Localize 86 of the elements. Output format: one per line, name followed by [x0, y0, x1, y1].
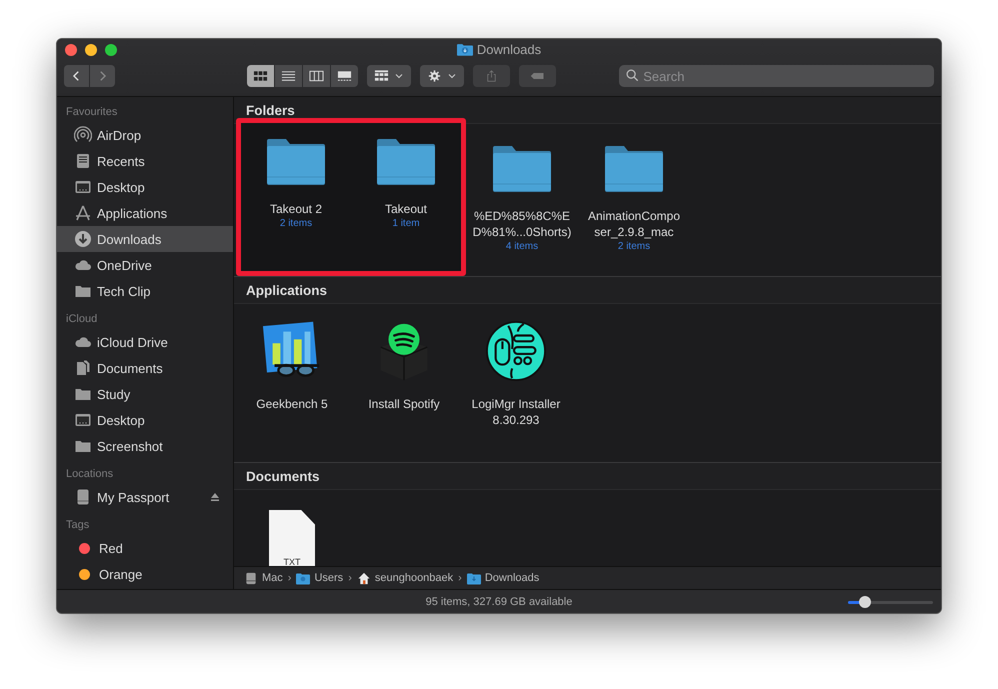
folder-icon — [376, 137, 436, 185]
eject-icon[interactable] — [210, 492, 220, 502]
sidebar-section-title: Favourites — [65, 105, 118, 120]
path-item[interactable]: Mac — [244, 572, 283, 584]
gear-icon — [427, 70, 442, 82]
view-mode-button[interactable] — [331, 65, 358, 87]
section-title: Folders — [234, 97, 941, 124]
sidebar-item[interactable]: Study — [57, 381, 233, 407]
path-item[interactable]: seunghoonbaek — [356, 572, 454, 584]
download-icon — [74, 230, 92, 248]
zoom-button[interactable] — [105, 44, 117, 56]
sidebar-item[interactable]: Desktop — [57, 407, 233, 433]
path-separator: › — [458, 572, 462, 584]
slider-thumb[interactable] — [859, 596, 871, 608]
folder-name: %ED%85%8C%E D%81%...0Shorts) — [472, 208, 572, 240]
app-name: LogiMgr Installer 8.30.293 — [472, 396, 560, 428]
grid-icon — [374, 70, 390, 82]
sidebar-item[interactable]: Screenshot — [57, 433, 233, 459]
home-icon — [356, 572, 371, 584]
airdrop-icon — [74, 126, 92, 144]
window-title: Downloads — [476, 42, 542, 57]
section-title: Documents — [234, 463, 941, 490]
item-count: 4 items — [506, 241, 538, 252]
path-item[interactable]: Users — [296, 572, 344, 584]
folder-icon — [466, 572, 481, 584]
view-mode-button[interactable] — [303, 65, 330, 87]
app-name: Install Spotify — [368, 396, 440, 412]
sidebar-item[interactable]: Documents — [57, 355, 233, 381]
desktop-icon — [74, 178, 92, 196]
action-button[interactable] — [420, 65, 464, 87]
sidebar-section-title: Tags — [65, 518, 90, 533]
grid-icon — [253, 70, 268, 82]
mouse-circle-icon — [485, 320, 547, 382]
sidebar-item[interactable]: Desktop — [57, 174, 233, 200]
status-text: 95 items, 327.69 GB available — [426, 596, 572, 608]
folder-icon — [604, 144, 664, 192]
folder-icon — [296, 572, 310, 584]
icon-size-slider[interactable] — [848, 596, 933, 608]
sidebar-item[interactable]: My Passport — [57, 484, 233, 510]
sidebar-item[interactable]: Recents — [57, 148, 233, 174]
desktop-icon — [74, 411, 92, 429]
tag-button[interactable] — [519, 65, 556, 87]
sidebar-item[interactable]: Orange — [57, 561, 233, 587]
view-mode-button[interactable] — [275, 65, 302, 87]
gallery-icon — [337, 70, 352, 82]
text-file-icon: TXT — [269, 510, 315, 566]
folder-name: Takeout — [384, 201, 428, 217]
folder-name: AnimationCompo ser_2.9.8_mac — [588, 208, 680, 240]
path-separator: › — [288, 572, 292, 584]
close-button[interactable] — [65, 44, 77, 56]
list-icon — [281, 70, 296, 82]
sidebar-item[interactable]: Red — [57, 535, 233, 561]
caret-icon — [395, 73, 404, 79]
share-button[interactable] — [472, 65, 510, 87]
search-field[interactable]: Search — [619, 65, 934, 87]
back-button[interactable] — [64, 65, 89, 87]
minimize-button[interactable] — [85, 44, 97, 56]
sidebar-section-title: iCloud — [65, 312, 98, 327]
drive-icon — [244, 572, 258, 584]
tray-icon — [74, 152, 92, 170]
sidebar-item[interactable]: Applications — [57, 200, 233, 226]
folder-icon — [266, 137, 326, 185]
path-separator: › — [348, 572, 352, 584]
download-folder-icon — [456, 43, 473, 56]
sidebar-item[interactable]: Tech Clip — [57, 278, 233, 304]
app-name: Geekbench 5 — [256, 396, 328, 412]
documents-icon — [74, 359, 92, 377]
sidebar-item[interactable]: Downloads — [57, 226, 233, 252]
sidebar-item[interactable]: AirDrop — [57, 122, 233, 148]
columns-icon — [309, 70, 324, 82]
tag-icon — [530, 70, 546, 82]
folder-name: Takeout 2 — [270, 201, 322, 217]
item-count: 2 items — [618, 241, 650, 252]
caret-icon — [448, 73, 456, 79]
sidebar-item[interactable]: iCloud Drive — [57, 329, 233, 355]
section-title: Applications — [234, 277, 941, 304]
sidebar-item[interactable]: OneDrive — [57, 252, 233, 278]
group-button[interactable] — [367, 65, 411, 87]
path-item[interactable]: Downloads — [466, 572, 540, 584]
item-count: 1 item — [392, 218, 420, 229]
sidebar-section-title: Locations — [65, 467, 114, 482]
apps-icon — [74, 204, 92, 222]
search-icon — [626, 69, 640, 82]
view-mode-button[interactable] — [247, 65, 274, 87]
folder-icon — [492, 144, 552, 192]
item-count: 2 items — [280, 218, 312, 229]
